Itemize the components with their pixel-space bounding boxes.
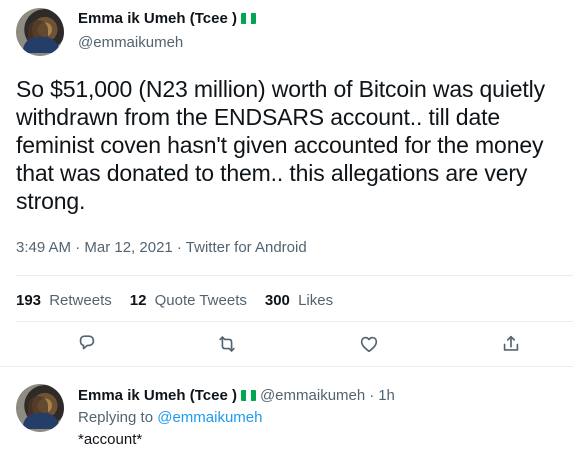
author-handle[interactable]: @emmaikumeh [78,34,183,51]
main-tweet: Emma ik Umeh (Tcee ) @emmaikumeh So $51,… [0,0,573,366]
dot-separator: · [369,387,375,404]
nigeria-flag-icon [240,13,256,24]
replying-prefix: Replying to [78,409,154,426]
reply-timestamp[interactable]: 1h [378,387,395,404]
retweets-stat[interactable]: 193 Retweets [16,292,112,309]
reply-header: Emma ik Umeh (Tcee ) @emmaikumeh · 1h [78,387,395,404]
tweet-stats: 193 Retweets 12 Quote Tweets 300 Likes [16,292,333,309]
reply-icon[interactable] [76,333,98,355]
author-name[interactable]: Emma ik Umeh (Tcee ) [78,10,237,27]
quote-tweets-label: Quote Tweets [154,292,247,309]
tweet-actions [76,333,524,361]
author-avatar[interactable] [16,8,64,56]
quote-tweets-stat[interactable]: 12 Quote Tweets [130,292,247,309]
retweets-label: Retweets [49,292,112,309]
share-icon[interactable] [500,333,522,355]
author-name-row[interactable]: Emma ik Umeh (Tcee ) [78,10,256,27]
tweet-text: So $51,000 (N23 million) worth of Bitcoi… [16,76,545,214]
likes-stat[interactable]: 300 Likes [265,292,333,309]
nigeria-flag-icon [240,390,256,401]
quote-tweets-count: 12 [129,292,147,309]
heart-icon[interactable] [358,333,380,355]
replying-to-link[interactable]: @emmaikumeh [157,409,262,426]
likes-count: 300 [264,292,290,309]
reply-author-handle[interactable]: @emmaikumeh [260,387,365,404]
retweets-count: 193 [16,292,42,309]
divider [16,321,573,322]
retweet-icon[interactable] [216,333,238,355]
likes-label: Likes [298,292,334,309]
replying-to: Replying to @emmaikumeh [78,409,262,426]
divider [16,275,573,276]
reply-tweet[interactable]: Emma ik Umeh (Tcee ) @emmaikumeh · 1h Re… [0,367,573,454]
reply-author-avatar[interactable] [16,384,64,432]
tweet-meta[interactable]: 3:49 AM · Mar 12, 2021 · Twitter for And… [16,239,307,256]
reply-author-name[interactable]: Emma ik Umeh (Tcee ) [78,387,237,404]
reply-text: *account* [78,431,143,448]
